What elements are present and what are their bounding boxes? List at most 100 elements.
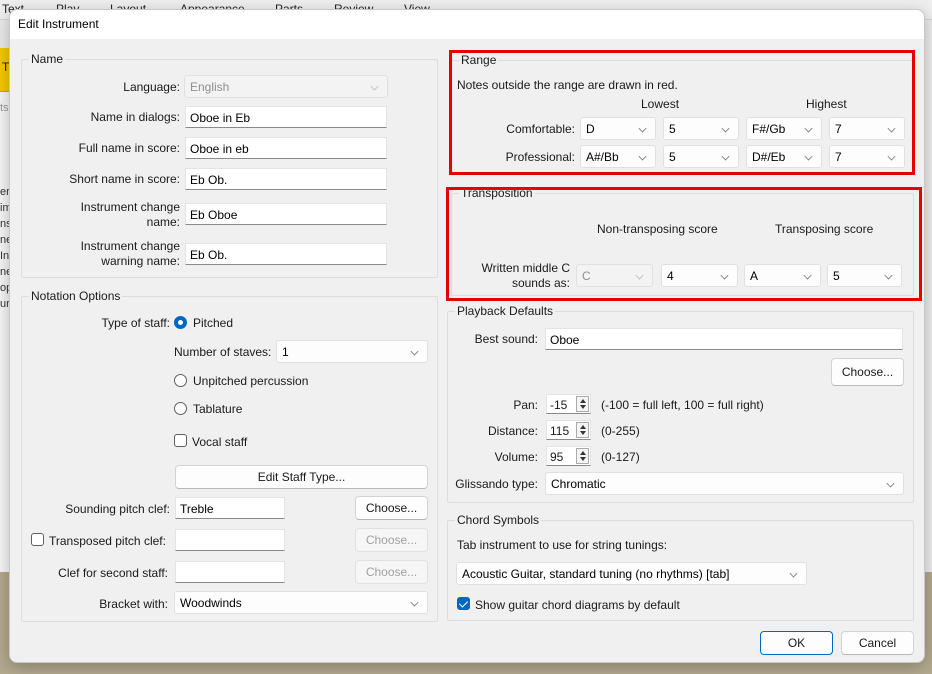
volume-spinbox[interactable]: 95 [546,446,591,466]
change-warning-input[interactable]: Eb Ob. [185,243,387,265]
best-sound-input[interactable]: Oboe [545,328,903,350]
distance-label: Distance: [487,424,538,438]
ok-button[interactable]: OK [760,631,833,655]
glissando-select[interactable]: Chromatic [545,472,904,495]
spin-arrows-icon[interactable] [576,422,589,438]
dialog-title: Edit Instrument [18,17,99,31]
tab-instrument-label: Tab instrument to use for string tunings… [457,538,668,552]
chevron-down-icon [638,124,647,133]
vocal-staff-label[interactable]: Vocal staff [192,435,247,449]
professional-label: Professional: [505,150,575,164]
show-diagrams-checkbox[interactable] [457,597,470,610]
transposition-legend: Transposition [461,186,533,200]
tab-instrument-value: Acoustic Guitar, standard tuning (no rhy… [462,567,730,581]
bracket-value: Woodwinds [180,596,242,610]
glissando-label: Glissando type: [455,477,538,491]
chevron-down-icon [887,152,896,161]
edit-staff-type-button[interactable]: Edit Staff Type... [175,465,428,489]
professional-low-note-value: A#/Bb [586,150,619,164]
panel-fragment: ts [0,102,9,114]
chevron-down-icon [721,124,730,133]
chevron-down-icon [886,479,895,488]
chevron-down-icon [789,569,798,578]
chevron-down-icon [370,82,379,91]
pitched-radio[interactable] [174,316,187,329]
comfortable-low-note-value: D [586,122,595,136]
distance-spinbox[interactable]: 115 [546,420,591,440]
transposing-note-select[interactable]: A [744,264,821,287]
spin-arrows-icon[interactable] [576,396,589,412]
show-diagrams-label[interactable]: Show guitar chord diagrams by default [475,598,680,612]
professional-high-octave-value: 7 [835,150,842,164]
second-staff-clef-label: Clef for second staff: [58,566,168,580]
short-name-input[interactable]: Eb Ob. [185,168,387,190]
transposed-clef-input[interactable] [175,529,285,551]
chevron-down-icon [720,271,729,280]
language-label: Language: [123,80,180,94]
glissando-value: Chromatic [551,477,606,491]
professional-low-note-select[interactable]: A#/Bb [580,145,656,168]
tab-instrument-select[interactable]: Acoustic Guitar, standard tuning (no rhy… [456,562,807,585]
comfortable-label: Comfortable: [506,122,575,136]
comfortable-high-note-select[interactable]: F#/Gb [746,117,822,140]
non-transposing-octave-value: 4 [667,269,674,283]
tablature-radio[interactable] [174,402,187,415]
playback-defaults-legend: Playback Defaults [457,304,554,318]
professional-low-octave-select[interactable]: 5 [663,145,739,168]
professional-high-note-value: D#/Eb [752,150,786,164]
transposing-octave-select[interactable]: 5 [827,264,902,287]
pitched-label[interactable]: Pitched [193,316,233,330]
short-name-label: Short name in score: [69,172,180,186]
transposing-header: Transposing score [775,222,874,236]
professional-high-octave-select[interactable]: 7 [829,145,905,168]
name-in-dialogs-input[interactable]: Oboe in Eb [185,106,387,128]
range-legend: Range [461,53,497,67]
pan-hint: (-100 = full left, 100 = full right) [601,398,764,412]
comfortable-high-octave-select[interactable]: 7 [829,117,905,140]
comfortable-low-note-select[interactable]: D [580,117,656,140]
distance-hint: (0-255) [601,424,640,438]
unpitched-radio[interactable] [174,374,187,387]
transposed-clef-label[interactable]: Transposed pitch clef: [49,534,166,548]
num-staves-select[interactable]: 1 [276,340,428,363]
sounding-clef-input[interactable]: Treble [175,497,285,519]
best-sound-choose-button[interactable]: Choose... [831,358,904,386]
second-staff-clef-input[interactable] [175,561,285,583]
pan-label: Pan: [513,398,538,412]
full-name-label: Full name in score: [78,141,180,155]
professional-low-octave-value: 5 [669,150,676,164]
non-transposing-note-select: C [576,264,653,287]
change-name-label: Instrument change name: [80,200,180,229]
sounding-clef-label: Sounding pitch clef: [65,502,170,516]
professional-high-note-select[interactable]: D#/Eb [746,145,822,168]
cancel-button[interactable]: Cancel [841,631,914,655]
best-sound-label: Best sound: [474,332,538,346]
transposed-clef-checkbox[interactable] [31,533,44,546]
chevron-down-icon [887,124,896,133]
spin-arrows-icon[interactable] [576,448,589,464]
dialog-titlebar[interactable]: Edit Instrument [10,10,924,39]
num-staves-value: 1 [282,345,289,359]
sounding-clef-choose-button[interactable]: Choose... [355,496,428,520]
tablature-label[interactable]: Tablature [193,402,242,416]
non-transposing-header: Non-transposing score [597,222,718,236]
non-transposing-note-value: C [582,269,591,283]
highest-header: Highest [806,97,847,111]
non-transposing-octave-select[interactable]: 4 [661,264,738,287]
change-name-input[interactable]: Eb Oboe [185,203,387,225]
range-note: Notes outside the range are drawn in red… [457,78,678,92]
comfortable-high-note-value: F#/Gb [752,122,786,136]
written-c-label: Written middle C sounds as: [481,261,570,290]
comfortable-low-octave-select[interactable]: 5 [663,117,739,140]
pan-spinbox[interactable]: -15 [546,394,591,414]
second-staff-clef-choose-button: Choose... [355,560,428,584]
full-name-input[interactable]: Oboe in eb [185,137,387,159]
bracket-select[interactable]: Woodwinds [174,591,428,614]
transposing-octave-value: 5 [833,269,840,283]
language-select: English [184,75,388,98]
chevron-down-icon [884,271,893,280]
chord-symbols-legend: Chord Symbols [457,513,540,527]
unpitched-label[interactable]: Unpitched percussion [193,374,308,388]
vocal-staff-checkbox[interactable] [174,434,187,447]
name-group-legend: Name [31,52,64,66]
